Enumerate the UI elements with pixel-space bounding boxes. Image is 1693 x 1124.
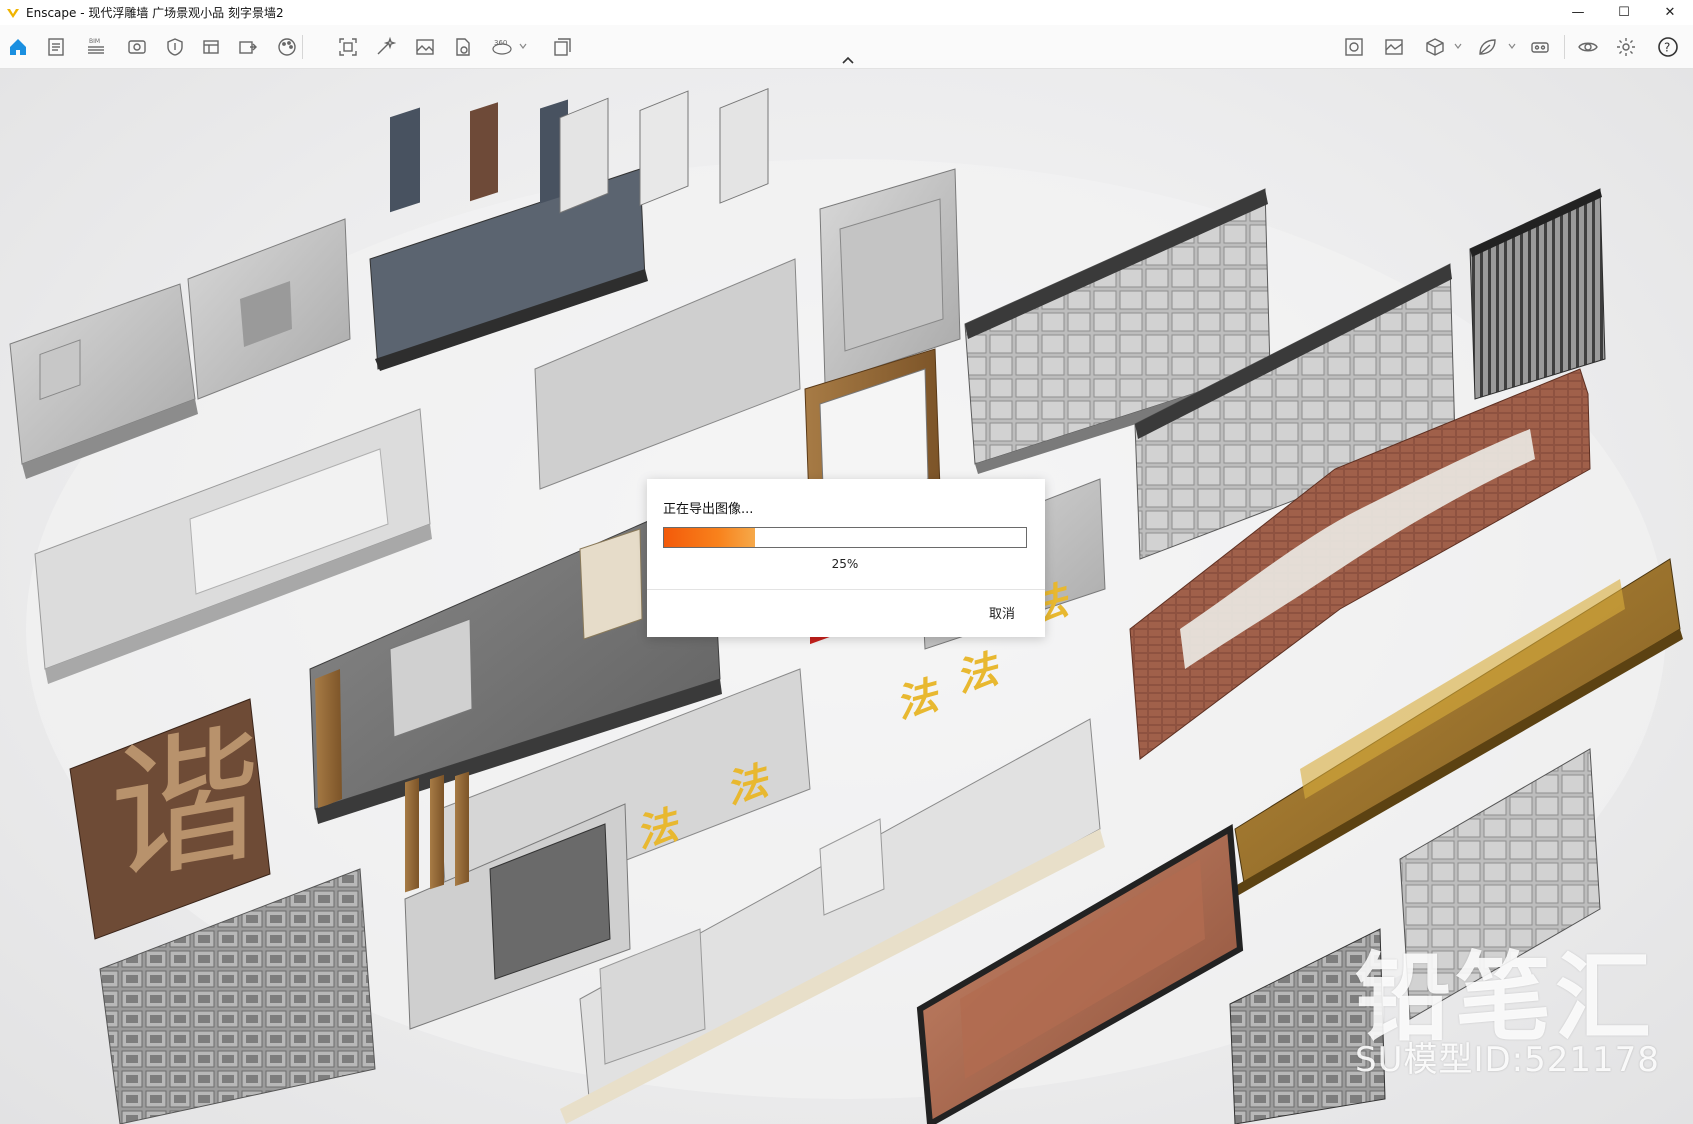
- vr-headset-icon[interactable]: [1528, 35, 1552, 59]
- dialog-divider: [647, 589, 1045, 590]
- settings-icon[interactable]: [1614, 35, 1638, 59]
- document-icon[interactable]: [44, 35, 68, 59]
- home-icon[interactable]: [6, 35, 30, 59]
- collapse-toolbar-chevron-icon[interactable]: [840, 54, 856, 66]
- chevron-down-icon[interactable]: [1508, 42, 1516, 50]
- cancel-button[interactable]: 取消: [989, 603, 1015, 622]
- maximize-button[interactable]: ☐: [1601, 0, 1647, 25]
- help-label: ?: [1664, 41, 1670, 55]
- image-icon[interactable]: [413, 35, 437, 59]
- shield-icon[interactable]: [163, 35, 187, 59]
- watermark-model-id: SU模型ID:521178: [1355, 1040, 1660, 1080]
- eye-icon[interactable]: [1576, 35, 1600, 59]
- carved-character: 谐: [110, 704, 260, 905]
- cube-icon[interactable]: [1423, 35, 1447, 59]
- layers-icon[interactable]: [199, 35, 223, 59]
- leaf-icon[interactable]: [1475, 35, 1499, 59]
- dialog-title: 正在导出图像...: [663, 502, 754, 517]
- minimize-button[interactable]: —: [1555, 0, 1601, 25]
- window-title: Enscape - 现代浮雕墙 广场景观小品 刻字景墙2: [26, 6, 284, 20]
- title-bar: Enscape - 现代浮雕墙 广场景观小品 刻字景墙2 — ☐ ✕: [0, 0, 1693, 25]
- progress-bar-fill: [664, 528, 755, 547]
- chevron-down-icon[interactable]: [1454, 42, 1462, 50]
- view-icon[interactable]: [125, 35, 149, 59]
- help-icon[interactable]: ?: [1656, 35, 1680, 59]
- progress-bar: [663, 527, 1027, 548]
- progress-percent: 25%: [831, 557, 859, 571]
- asset-library-icon[interactable]: [1342, 35, 1366, 59]
- export-progress-dialog: 正在导出图像... 25% 取消: [647, 479, 1045, 637]
- panorama-360-icon[interactable]: 360: [490, 35, 514, 59]
- screenshot-icon[interactable]: [336, 35, 360, 59]
- bim-label: BIM: [89, 38, 100, 45]
- window-controls: — ☐ ✕: [1555, 0, 1693, 25]
- bim-icon[interactable]: BIM: [84, 35, 108, 59]
- close-button[interactable]: ✕: [1647, 0, 1693, 25]
- export-icon[interactable]: [236, 35, 260, 59]
- palette-icon[interactable]: [275, 35, 299, 59]
- panorama-360-label: 360: [494, 39, 507, 47]
- toolbar-separator: [302, 35, 303, 59]
- enscape-logo-icon: [7, 8, 19, 18]
- magic-icon[interactable]: [373, 35, 397, 59]
- batch-export-icon[interactable]: [550, 35, 574, 59]
- image-settings-icon[interactable]: [1382, 35, 1406, 59]
- document-export-icon[interactable]: [451, 35, 475, 59]
- chevron-down-icon[interactable]: [519, 42, 527, 50]
- toolbar-separator: [1564, 35, 1565, 59]
